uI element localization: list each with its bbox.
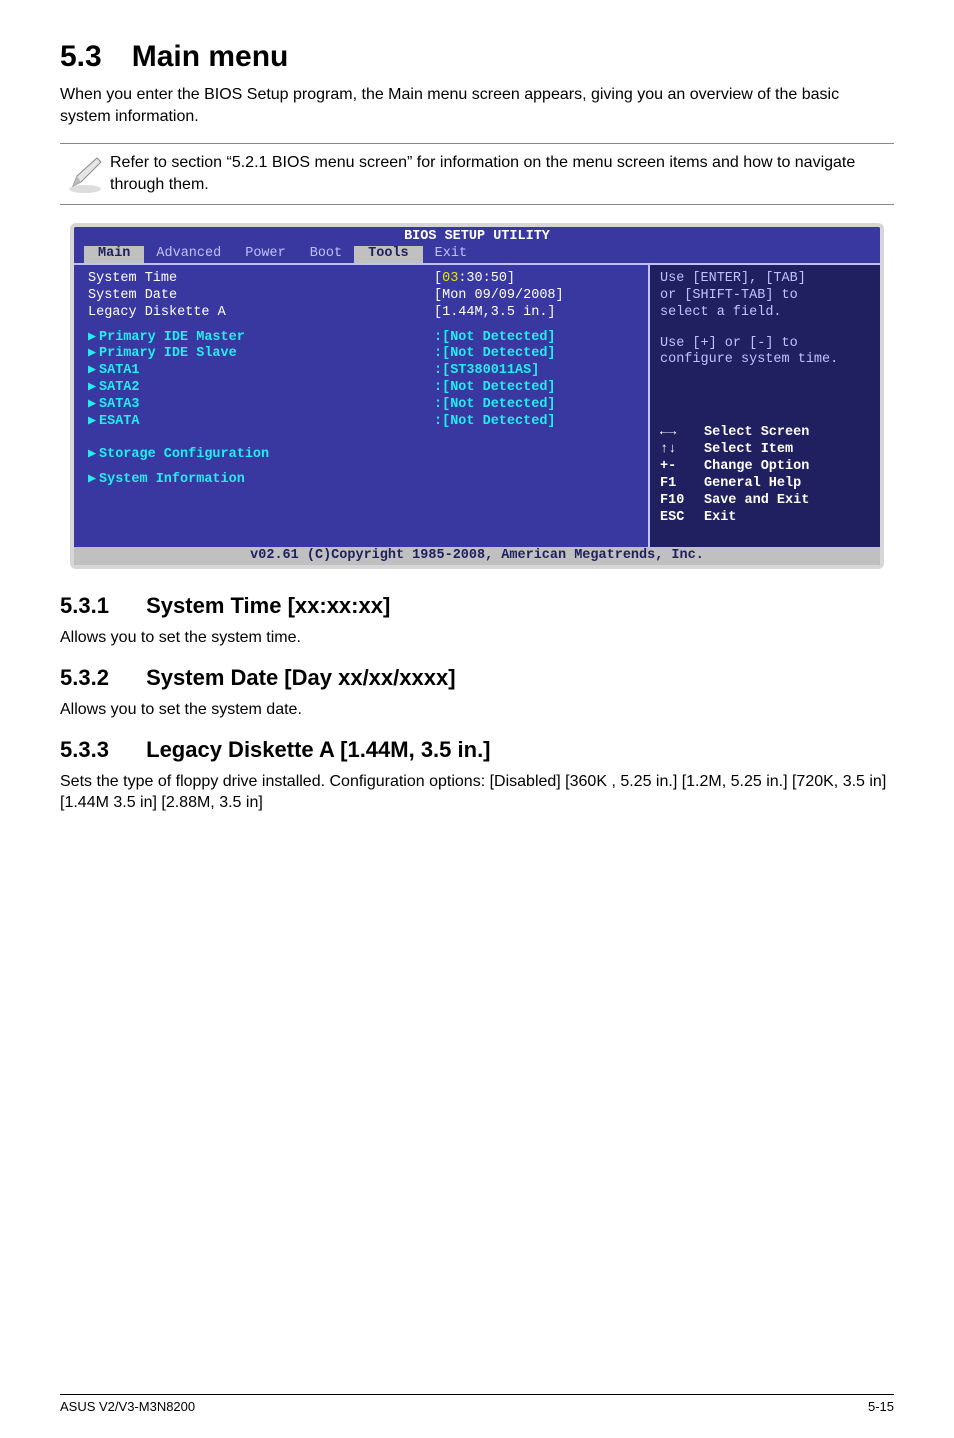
bios-row-esata[interactable]: ▶ESATA :[Not Detected] [74,414,648,431]
bios-label: System Date [88,288,434,305]
bios-label: SATA2 [99,380,140,395]
pencil-icon [60,152,110,196]
bios-tab-power[interactable]: Power [233,246,298,263]
section-number: 5.3.2 [60,665,140,691]
footer-right: 5-15 [868,1399,894,1414]
bios-tab-advanced[interactable]: Advanced [144,246,233,263]
section-body: Sets the type of floppy drive installed.… [60,771,894,814]
legend-sym: ↑↓ [660,442,704,459]
legend-sym: ESC [660,510,704,527]
bios-value: :[Not Detected] [434,380,634,397]
bios-value: :[Not Detected] [434,414,634,431]
triangle-icon: ▶ [88,346,98,363]
triangle-icon: ▶ [88,330,98,347]
bios-value: :[ST380011AS] [434,363,634,380]
bios-value: [1.44M,3.5 in.] [434,305,634,322]
bios-help-line: select a field. [660,305,870,322]
legend-sym: F1 [660,476,704,493]
triangle-icon: ▶ [88,447,98,464]
legend-label: Change Option [704,459,809,476]
section-body: Allows you to set the system date. [60,699,894,721]
legend-sym: ←→ [660,425,704,442]
legend-label: Select Item [704,442,793,459]
legend-label: Exit [704,510,736,527]
section-heading-531: 5.3.1 System Time [xx:xx:xx] [60,593,894,619]
page-heading: 5.3 Main menu [60,40,894,74]
triangle-icon: ▶ [88,380,98,397]
note-text: Refer to section “5.2.1 BIOS menu screen… [110,152,894,195]
section-number: 5.3.1 [60,593,140,619]
section-number: 5.3.3 [60,737,140,763]
bios-label: System Time [88,271,434,288]
legend-label: Select Screen [704,425,809,442]
section-title: System Date [Day xx/xx/xxxx] [146,665,455,690]
bios-row-primary-ide-master[interactable]: ▶Primary IDE Master :[Not Detected] [74,330,648,347]
bios-value: :[Not Detected] [434,397,634,414]
bios-row-sata1[interactable]: ▶SATA1 :[ST380011AS] [74,363,648,380]
legend-sym: F10 [660,493,704,510]
bios-tab-exit[interactable]: Exit [423,246,479,263]
page-footer: ASUS V2/V3-M3N8200 5-15 [60,1394,894,1414]
bios-main-pane: System Time [03:30:50] System Date [Mon … [74,263,650,547]
section-heading-532: 5.3.2 System Date [Day xx/xx/xxxx] [60,665,894,691]
bios-label: System Information [99,472,245,487]
triangle-icon: ▶ [88,414,98,431]
bios-label: Primary IDE Slave [99,346,237,361]
intro-paragraph: When you enter the BIOS Setup program, t… [60,84,894,127]
bios-label: SATA3 [99,397,140,412]
legend-sym: +- [660,459,704,476]
bios-value-part: :30:50] [458,271,515,286]
bios-value: :[Not Detected] [434,346,634,363]
triangle-icon: ▶ [88,472,98,489]
bios-help-line: or [SHIFT-TAB] to [660,288,870,305]
legend-label: Save and Exit [704,493,809,510]
bios-screenshot: BIOS SETUP UTILITY Main Advanced Power B… [70,223,884,569]
bios-value: [Mon 09/09/2008] [434,288,634,305]
bios-tab-tools[interactable]: Tools [354,246,423,263]
bios-help-pane: Use [ENTER], [TAB] or [SHIFT-TAB] to sel… [650,263,880,547]
footer-left: ASUS V2/V3-M3N8200 [60,1399,195,1414]
bios-help-line: configure system time. [660,352,870,369]
triangle-icon: ▶ [88,397,98,414]
bios-label: SATA1 [99,363,140,378]
bios-legend: ←→Select Screen ↑↓Select Item +-Change O… [660,425,870,526]
bios-row-system-date[interactable]: System Date [Mon 09/09/2008] [74,288,648,305]
section-body: Allows you to set the system time. [60,627,894,649]
bios-row-primary-ide-slave[interactable]: ▶Primary IDE Slave :[Not Detected] [74,346,648,363]
bios-help-line: Use [ENTER], [TAB] [660,271,870,288]
note-block: Refer to section “5.2.1 BIOS menu screen… [60,143,894,205]
bios-footer: v02.61 (C)Copyright 1985-2008, American … [74,547,880,566]
bios-help-line: Use [+] or [-] to [660,336,870,353]
bios-row-system-time[interactable]: System Time [03:30:50] [74,271,648,288]
bios-row-sata2[interactable]: ▶SATA2 :[Not Detected] [74,380,648,397]
legend-label: General Help [704,476,801,493]
section-heading-533: 5.3.3 Legacy Diskette A [1.44M, 3.5 in.] [60,737,894,763]
bios-value: :[Not Detected] [434,330,634,347]
bios-tab-boot[interactable]: Boot [298,246,354,263]
bios-row-sata3[interactable]: ▶SATA3 :[Not Detected] [74,397,648,414]
bios-value-part: [ [434,271,442,286]
bios-banner: BIOS SETUP UTILITY [74,227,880,246]
bios-tab-bar: Main Advanced Power Boot Tools Exit [74,246,880,263]
bios-label: Primary IDE Master [99,330,245,345]
bios-row-system-info[interactable]: ▶System Information [74,472,648,489]
bios-label: Legacy Diskette A [88,305,434,322]
bios-row-legacy-diskette[interactable]: Legacy Diskette A [1.44M,3.5 in.] [74,305,648,322]
bios-value-highlight: 03 [442,271,458,286]
section-title: Legacy Diskette A [1.44M, 3.5 in.] [146,737,490,762]
triangle-icon: ▶ [88,363,98,380]
section-title: System Time [xx:xx:xx] [146,593,390,618]
bios-tab-main[interactable]: Main [84,246,144,263]
bios-label: Storage Configuration [99,447,269,462]
bios-label: ESATA [99,414,140,429]
bios-row-storage-config[interactable]: ▶Storage Configuration [74,447,648,464]
